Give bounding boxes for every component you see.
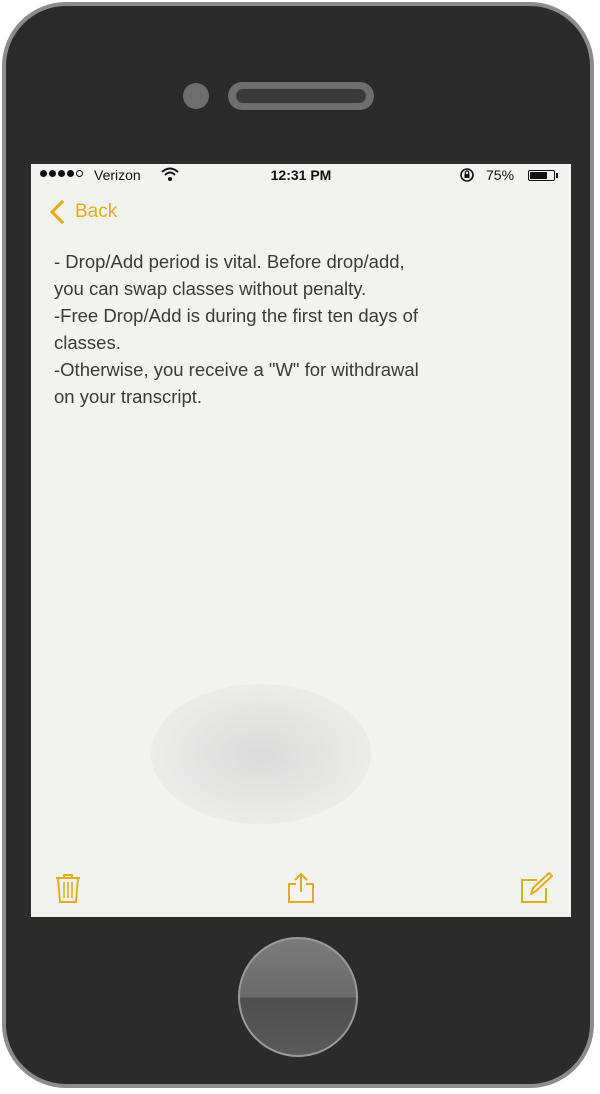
earpiece-speaker xyxy=(228,82,374,110)
back-label: Back xyxy=(75,201,118,222)
trash-icon[interactable] xyxy=(52,872,84,904)
compose-icon[interactable] xyxy=(519,872,553,904)
battery-level-fill xyxy=(530,172,547,179)
battery-percentage: 75% xyxy=(486,167,515,183)
battery-icon xyxy=(528,170,555,181)
back-button[interactable]: Back xyxy=(45,198,117,226)
battery-cap xyxy=(556,173,558,178)
chevron-left-icon xyxy=(45,198,69,226)
front-camera xyxy=(183,83,209,109)
rotation-lock-icon xyxy=(459,167,475,186)
share-icon[interactable] xyxy=(285,872,317,904)
phone-frame: Verizon 12:31 PM 75% Back - Drop/Add per… xyxy=(2,2,594,1088)
status-bar: Verizon 12:31 PM 75% xyxy=(31,164,571,188)
note-text[interactable]: - Drop/Add period is vital. Before drop/… xyxy=(54,248,554,410)
home-button[interactable] xyxy=(238,937,358,1057)
phone-screen: Verizon 12:31 PM 75% Back - Drop/Add per… xyxy=(31,164,571,917)
